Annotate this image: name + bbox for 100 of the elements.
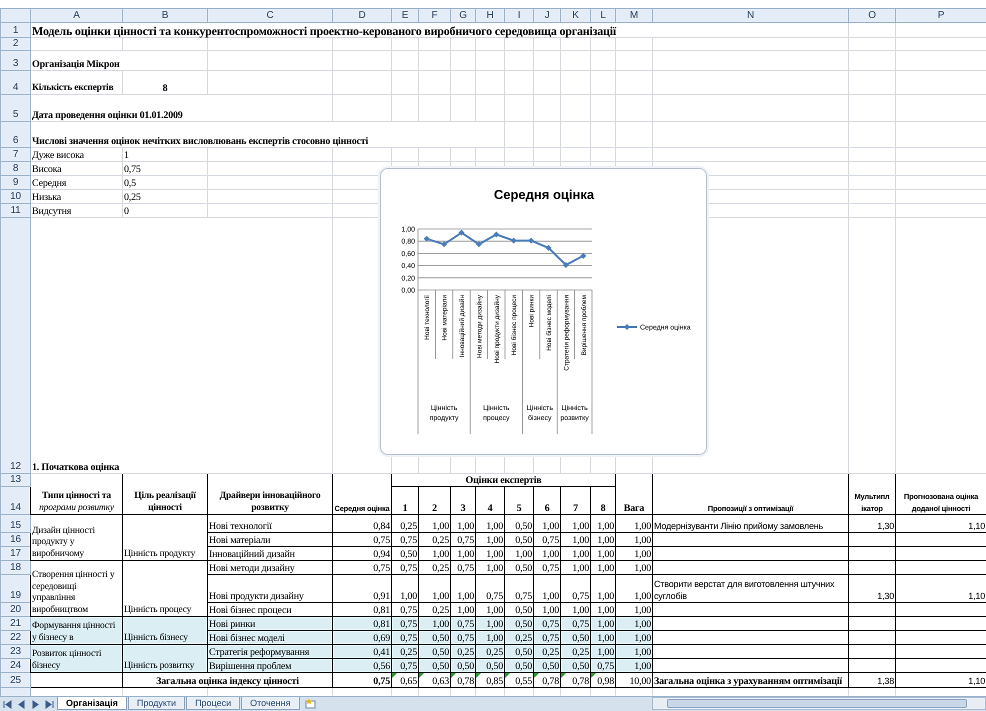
- previous-icon[interactable]: [17, 700, 26, 709]
- scale-value: 0,75: [122, 162, 208, 176]
- insert-sheet-icon[interactable]: [304, 698, 318, 709]
- row-number[interactable]: 13: [0, 474, 30, 486]
- column-letter[interactable]: K: [560, 8, 590, 22]
- row-number[interactable]: 5: [0, 94, 30, 122]
- data-point: [458, 230, 464, 236]
- table-cell: 0,84: [332, 514, 392, 532]
- table-cell: 0,25: [476, 644, 504, 658]
- table-cell: 1,00: [616, 616, 652, 630]
- row-number[interactable]: 21: [0, 616, 30, 630]
- table-cell: 1,00: [616, 514, 652, 532]
- table-cell: 1,00: [476, 532, 504, 546]
- table-cell: 1,00: [560, 546, 590, 560]
- table-cell: 1,00: [504, 546, 534, 560]
- column-letter[interactable]: N: [652, 8, 848, 22]
- row-number[interactable]: 12: [0, 218, 30, 474]
- table-cell: 0,75: [392, 532, 418, 546]
- row-number[interactable]: 1: [0, 22, 30, 38]
- column-letter[interactable]: H: [476, 8, 504, 22]
- table-cell: 0,75: [560, 574, 590, 602]
- table-cell: 0,91: [332, 574, 392, 602]
- scroll-last-icon[interactable]: [45, 700, 54, 709]
- column-letter[interactable]: J: [534, 8, 560, 22]
- column-letter[interactable]: E: [392, 8, 418, 22]
- table-cell: 0,25: [560, 644, 590, 658]
- row-number[interactable]: 15: [0, 514, 30, 532]
- column-letter[interactable]: B: [122, 8, 208, 22]
- column-letter[interactable]: M: [616, 8, 652, 22]
- sheet-tab[interactable]: Продукти: [128, 697, 186, 710]
- row-number[interactable]: 17: [0, 546, 30, 560]
- table-cell: 0,75: [534, 560, 560, 574]
- row-number[interactable]: 16: [0, 532, 30, 546]
- column-letter[interactable]: F: [418, 8, 450, 22]
- table-cell: 1,00: [418, 546, 450, 560]
- table-cell: 1,00: [450, 514, 476, 532]
- table-cell: 0,94: [332, 546, 392, 560]
- scroll-first-icon[interactable]: [3, 700, 12, 709]
- row-number[interactable]: 6: [0, 122, 30, 148]
- table-cell: 0,78: [560, 672, 590, 688]
- column-letter[interactable]: P: [896, 8, 986, 22]
- table-cell: Формування цінності у бізнесу в: [30, 616, 122, 644]
- data-point: [580, 252, 586, 259]
- sheet-tab[interactable]: Організація: [57, 697, 127, 710]
- table-cell: 0,56: [332, 658, 392, 672]
- column-header: Типи цінності та програми розвитку: [30, 474, 122, 514]
- sheet-tab[interactable]: Оточення: [241, 697, 300, 710]
- row-number[interactable]: 8: [0, 162, 30, 176]
- table-cell: 0,50: [504, 644, 534, 658]
- column-header: 2: [418, 486, 450, 514]
- table-cell: 1,00: [534, 574, 560, 602]
- row-number[interactable]: 4: [0, 70, 30, 94]
- table-cell: 0,78: [450, 672, 476, 688]
- column-header: 4: [476, 486, 504, 514]
- data-point: [476, 241, 482, 248]
- table-cell: Нові методи дизайну: [208, 560, 332, 574]
- row-number[interactable]: 3: [0, 50, 30, 70]
- table-cell: Нові бізнес моделі: [208, 630, 332, 644]
- column-letter[interactable]: D: [332, 8, 392, 22]
- row-number[interactable]: 9: [0, 176, 30, 190]
- row-number[interactable]: 18: [0, 560, 30, 574]
- row-number[interactable]: 14: [0, 486, 30, 514]
- table-cell: 0,75: [534, 532, 560, 546]
- column-header: 1: [392, 486, 418, 514]
- table-cell: 1,00: [616, 630, 652, 644]
- table-cell: 0,75: [392, 560, 418, 574]
- column-header: Вага: [616, 474, 652, 514]
- table-cell: 0,25: [418, 560, 450, 574]
- table-cell: 0,75: [504, 574, 534, 602]
- table-cell: 0,63: [418, 672, 450, 688]
- row-number[interactable]: 7: [0, 148, 30, 162]
- column-letter[interactable]: G: [450, 8, 476, 22]
- table-cell: 1,00: [534, 546, 560, 560]
- row-number[interactable]: 2: [0, 38, 30, 50]
- data-point: [441, 241, 448, 248]
- next-icon[interactable]: [31, 700, 40, 709]
- column-letter[interactable]: L: [590, 8, 616, 22]
- column-letter[interactable]: I: [504, 8, 534, 22]
- column-letter[interactable]: A: [30, 8, 122, 22]
- table-cell: 1,00: [590, 574, 616, 602]
- total-label: Загальна оцінка з урахуванням оптимізації: [652, 672, 848, 688]
- horizontal-scrollbar[interactable]: [652, 697, 986, 710]
- legend-marker-icon: [617, 324, 637, 330]
- sheet-tab[interactable]: Процеси: [186, 697, 240, 710]
- table-cell: 0,50: [476, 658, 504, 672]
- table-cell: Розвиток цінності бізнесу: [30, 644, 122, 672]
- row-number[interactable]: 25: [0, 672, 30, 688]
- date-label: Дата проведення оцінки 01.01.2009: [30, 94, 332, 122]
- table-cell: 0,81: [332, 616, 392, 630]
- row-number[interactable]: 22: [0, 630, 30, 644]
- row-number[interactable]: 19: [0, 574, 30, 602]
- table-cell: 0,98: [590, 672, 616, 688]
- column-letter[interactable]: O: [848, 8, 896, 22]
- column-letter[interactable]: C: [208, 8, 332, 22]
- row-number[interactable]: 10: [0, 190, 30, 204]
- table-cell: 0,75: [332, 532, 392, 546]
- row-number[interactable]: 20: [0, 602, 30, 616]
- row-number[interactable]: 11: [0, 204, 30, 218]
- row-number[interactable]: 23: [0, 644, 30, 658]
- row-number[interactable]: 24: [0, 658, 30, 672]
